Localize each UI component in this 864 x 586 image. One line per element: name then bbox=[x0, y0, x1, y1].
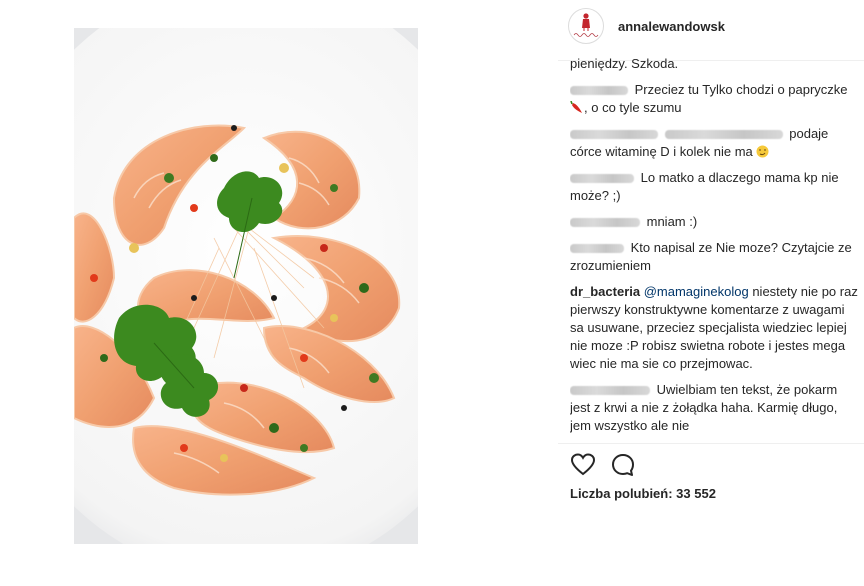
comment: Kto napisal ze Nie moze? Czytajcie ze zr… bbox=[570, 239, 860, 275]
comment: Lo matko a dlaczego mama kp nie może? ;) bbox=[570, 169, 860, 205]
comment: pieniędzy. Szkoda. bbox=[570, 58, 860, 73]
blurred-username bbox=[570, 130, 658, 140]
blurred-username bbox=[570, 386, 650, 396]
avatar[interactable] bbox=[568, 8, 604, 44]
comment: mniam :) bbox=[570, 213, 860, 231]
comment-author[interactable]: dr_bacteria bbox=[570, 284, 640, 299]
blurred-username bbox=[570, 174, 634, 184]
heart-icon[interactable] bbox=[570, 452, 596, 478]
username[interactable]: annalewandowsk bbox=[618, 19, 725, 34]
comment: podaje córce witaminę D i kolek nie ma bbox=[570, 125, 860, 161]
smirk-emoji-icon bbox=[756, 145, 769, 158]
post-sidebar: annalewandowsk pieniędzy. Szkoda. Przeci… bbox=[558, 0, 864, 586]
blurred-username bbox=[570, 244, 624, 254]
post-header: annalewandowsk bbox=[568, 4, 858, 48]
comment-text: pieniędzy. Szkoda. bbox=[570, 58, 679, 71]
post-photo[interactable] bbox=[74, 28, 418, 544]
likes-count[interactable]: Liczba polubień: 33 552 bbox=[570, 486, 716, 501]
comment: Przeciez tu Tylko chodzi o papryczke , o… bbox=[570, 81, 860, 117]
comment: Uwielbiam ten tekst, że pokarm jest z kr… bbox=[570, 381, 860, 435]
speech-bubble-icon[interactable] bbox=[610, 452, 636, 478]
post-actions bbox=[570, 452, 636, 478]
comment-text: Przeciez tu Tylko chodzi o papryczke bbox=[634, 82, 848, 97]
blurred-username bbox=[570, 218, 640, 228]
comment: dr_bacteria @mamaginekolog niestety nie … bbox=[570, 283, 860, 373]
blurred-username bbox=[570, 86, 628, 96]
blurred-mention bbox=[664, 130, 783, 140]
comments-list[interactable]: pieniędzy. Szkoda. Przeciez tu Tylko cho… bbox=[570, 58, 860, 440]
shrimp-dish-image bbox=[74, 28, 418, 544]
comment-mention[interactable]: @mamaginekolog bbox=[644, 284, 749, 299]
actions-divider bbox=[558, 443, 864, 444]
chili-pepper-icon bbox=[570, 101, 582, 113]
comment-text: mniam :) bbox=[646, 214, 698, 229]
avatar-script-icon bbox=[573, 33, 599, 37]
comment-text-continued: , o co tyle szumu bbox=[584, 100, 682, 115]
avatar-figure-icon bbox=[582, 13, 590, 31]
